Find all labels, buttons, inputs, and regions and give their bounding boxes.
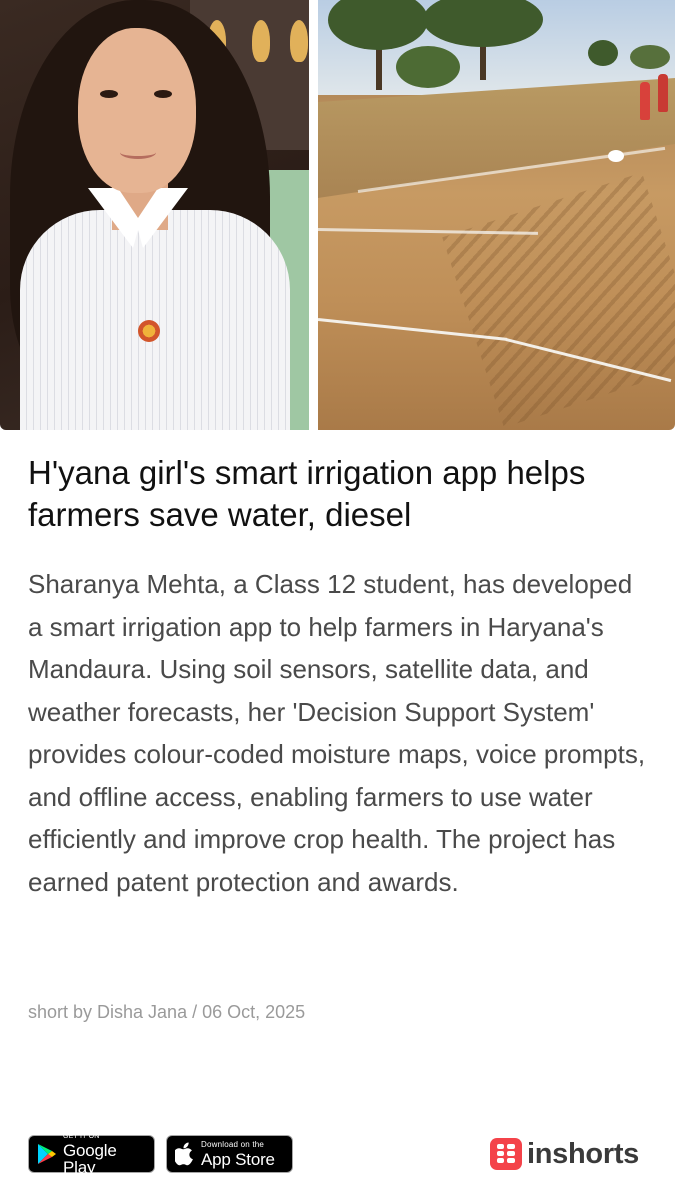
google-play-small-label: GET IT ON: [63, 1132, 100, 1140]
portrait-photo: [0, 0, 309, 430]
field-photo: [318, 0, 675, 430]
google-play-button[interactable]: GET IT ON Google Play: [28, 1132, 155, 1177]
apple-icon: [175, 1142, 193, 1166]
inshorts-wordmark: inshorts: [527, 1137, 639, 1170]
article-byline: short by Disha Jana / 06 Oct, 2025: [28, 1002, 306, 1022]
school-badge: [138, 320, 160, 342]
app-store-button[interactable]: Download on the App Store: [166, 1135, 293, 1173]
inshorts-brand[interactable]: inshorts: [490, 1137, 639, 1171]
inshorts-logo-icon: [490, 1138, 522, 1170]
shirt: [20, 210, 290, 430]
google-play-icon: [38, 1144, 56, 1164]
article-body: Sharanya Mehta, a Class 12 student, has …: [28, 569, 646, 897]
hero-images: [0, 0, 675, 430]
face: [78, 28, 196, 193]
app-store-small-label: Download on the: [201, 1139, 265, 1149]
tractor-tracks: [442, 172, 675, 428]
article-headline: H'yana girl's smart irrigation app helps…: [28, 454, 586, 533]
google-play-label: Google Play: [63, 1140, 117, 1177]
app-store-label: App Store: [201, 1149, 275, 1169]
